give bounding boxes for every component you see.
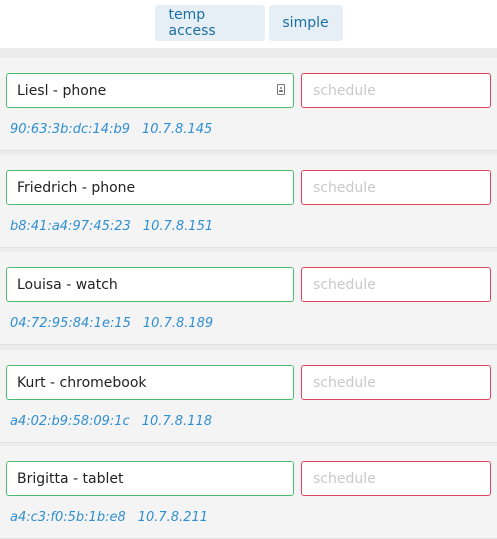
mac-address: b8:41:a4:97:45:23 bbox=[10, 219, 131, 234]
device-name-input[interactable]: Brigitta - tablet bbox=[6, 461, 294, 496]
ip-address: 10.7.8.189 bbox=[142, 316, 214, 331]
schedule-placeholder: schedule bbox=[313, 82, 376, 99]
device-card: Friedrich - phone schedule b8:41:a4:97:4… bbox=[0, 155, 497, 247]
schedule-input[interactable]: schedule bbox=[301, 461, 491, 496]
schedule-placeholder: schedule bbox=[313, 374, 376, 391]
device-name-value: Friedrich - phone bbox=[17, 179, 136, 196]
device-card: Liesl - phone schedule 90:63:3b:dc:14:b9… bbox=[0, 58, 497, 150]
mac-address: a4:c3:f0:5b:1b:e8 bbox=[10, 510, 126, 525]
device-meta: a4:02:b9:58:09:1c 10.7.8.118 bbox=[10, 414, 212, 429]
device-name-value: Kurt - chromebook bbox=[17, 374, 147, 391]
schedule-input[interactable]: schedule bbox=[301, 170, 491, 205]
contact-card-icon[interactable] bbox=[277, 84, 285, 95]
device-name-input[interactable]: Liesl - phone bbox=[6, 73, 294, 108]
device-card: Brigitta - tablet schedule a4:c3:f0:5b:1… bbox=[0, 446, 497, 538]
device-meta: 04:72:95:84:1e:15 10.7.8.189 bbox=[10, 316, 213, 331]
device-list: Liesl - phone schedule 90:63:3b:dc:14:b9… bbox=[0, 48, 497, 539]
mac-address: 04:72:95:84:1e:15 bbox=[10, 316, 131, 331]
device-name-value: Brigitta - tablet bbox=[17, 470, 124, 487]
device-card: Louisa - watch schedule 04:72:95:84:1e:1… bbox=[0, 252, 497, 344]
device-name-input[interactable]: Louisa - watch bbox=[6, 267, 294, 302]
ip-address: 10.7.8.145 bbox=[141, 122, 213, 137]
device-name-value: Louisa - watch bbox=[17, 276, 118, 293]
temp-access-button[interactable]: temp access bbox=[154, 5, 265, 41]
mac-address: 90:63:3b:dc:14:b9 bbox=[10, 122, 130, 137]
schedule-placeholder: schedule bbox=[313, 179, 376, 196]
device-meta: 90:63:3b:dc:14:b9 10.7.8.145 bbox=[10, 122, 212, 137]
device-meta: b8:41:a4:97:45:23 10.7.8.151 bbox=[10, 219, 213, 234]
device-name-input[interactable]: Kurt - chromebook bbox=[6, 365, 294, 400]
device-card: Kurt - chromebook schedule a4:02:b9:58:0… bbox=[0, 350, 497, 442]
device-meta: a4:c3:f0:5b:1b:e8 10.7.8.211 bbox=[10, 510, 208, 525]
device-name-value: Liesl - phone bbox=[17, 82, 107, 99]
schedule-input[interactable]: schedule bbox=[301, 73, 491, 108]
schedule-placeholder: schedule bbox=[313, 276, 376, 293]
mac-address: a4:02:b9:58:09:1c bbox=[10, 414, 130, 429]
top-toolbar: temp access simple bbox=[0, 0, 497, 48]
ip-address: 10.7.8.118 bbox=[141, 414, 213, 429]
simple-button[interactable]: simple bbox=[268, 5, 343, 41]
schedule-input[interactable]: schedule bbox=[301, 267, 491, 302]
schedule-input[interactable]: schedule bbox=[301, 365, 491, 400]
ip-address: 10.7.8.151 bbox=[142, 219, 214, 234]
device-name-input[interactable]: Friedrich - phone bbox=[6, 170, 294, 205]
ip-address: 10.7.8.211 bbox=[137, 510, 209, 525]
schedule-placeholder: schedule bbox=[313, 470, 376, 487]
